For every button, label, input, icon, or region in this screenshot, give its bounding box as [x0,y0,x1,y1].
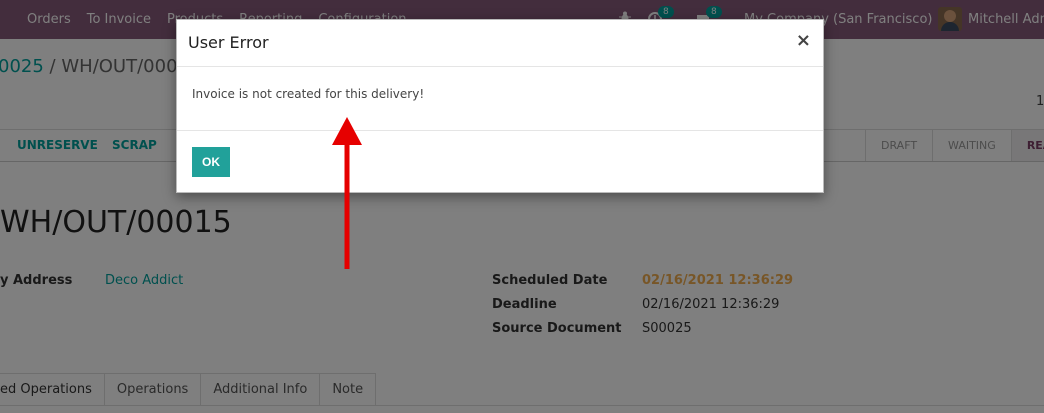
user-error-dialog: User Error × Invoice is not created for … [176,19,824,193]
close-icon[interactable]: × [796,30,811,51]
dialog-message: Invoice is not created for this delivery… [192,87,425,101]
ok-button[interactable]: OK [192,147,230,177]
dialog-footer: OK [177,130,823,192]
dialog-title: User Error [188,33,269,52]
dialog-header: User Error × [177,20,823,67]
annotation-arrow-icon [332,117,362,269]
